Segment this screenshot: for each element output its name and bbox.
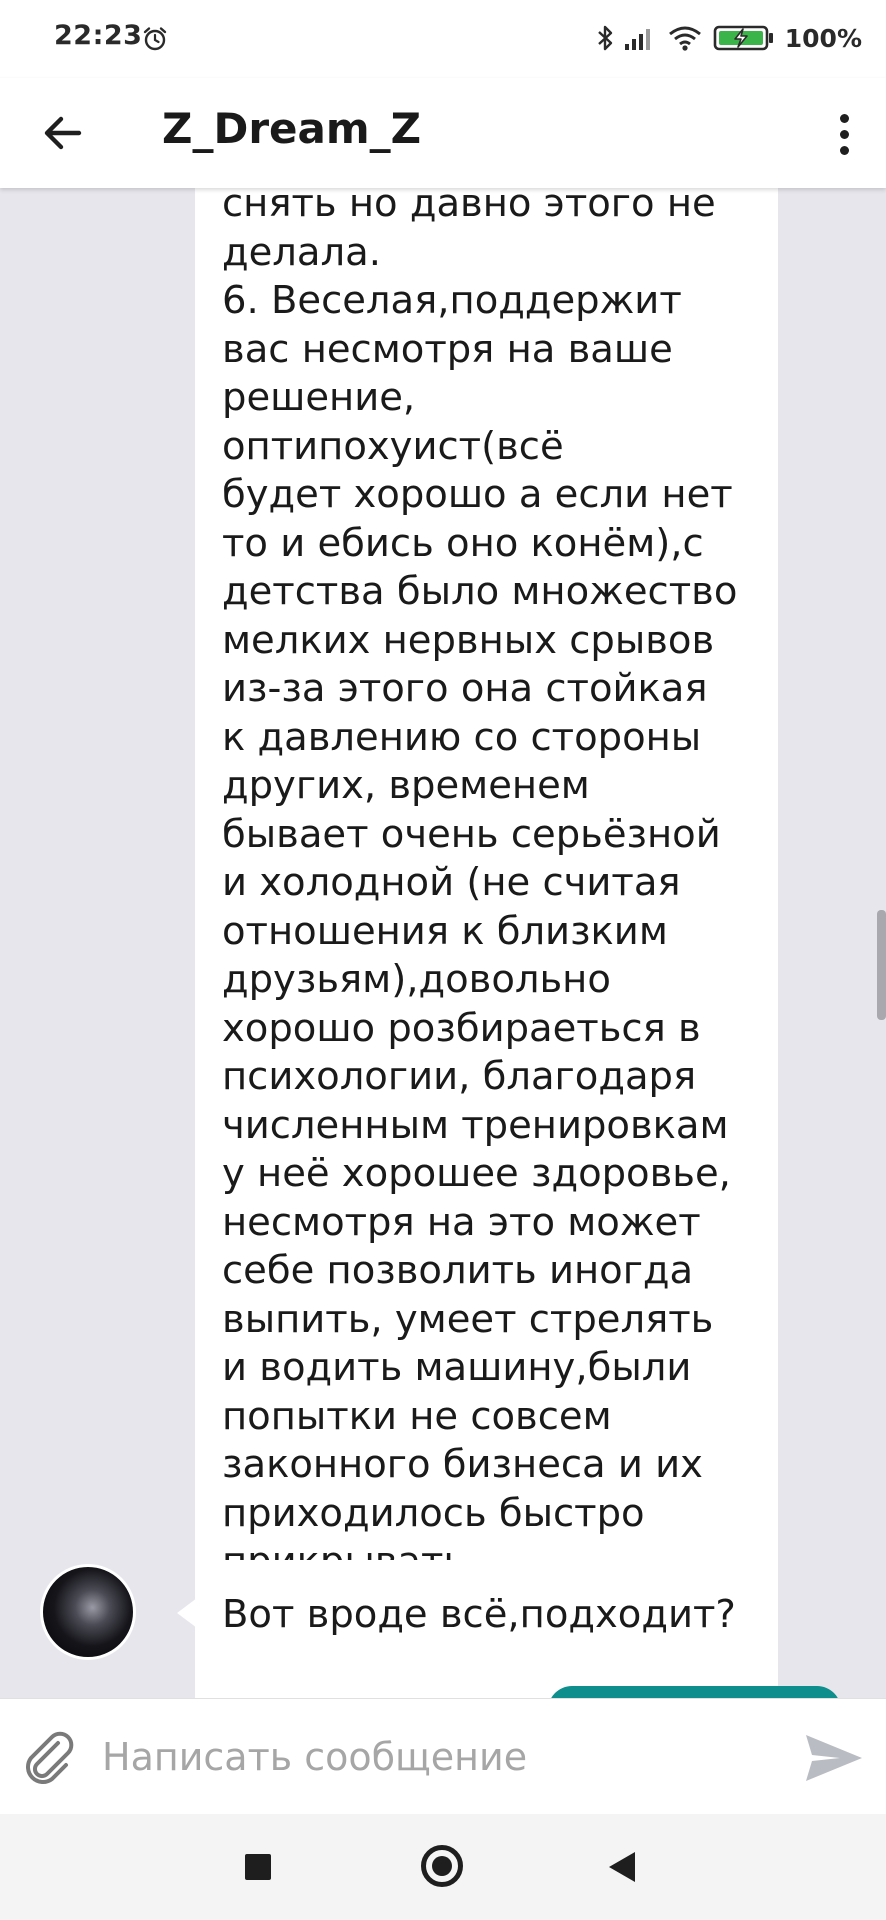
message-text: Вот вроде всё,подходит? — [222, 1591, 736, 1637]
chat-title[interactable]: Z_Dream_Z — [162, 104, 421, 153]
scrollbar-thumb[interactable] — [877, 910, 886, 1020]
signal-icon — [624, 29, 650, 50]
back-button[interactable] — [36, 106, 90, 160]
message-list[interactable]: снять но давно этого не делала. 6. Весел… — [0, 188, 886, 1698]
back-triangle-icon[interactable] — [609, 1852, 635, 1882]
paperclip-icon — [26, 1731, 74, 1784]
more-vertical-icon — [839, 113, 849, 123]
message-bubble-incoming[interactable]: снять но давно этого не делала. 6. Весел… — [195, 188, 778, 1698]
bubble-tail — [177, 1598, 197, 1628]
chat-app-bar: Z_Dream_Z — [0, 78, 886, 188]
sender-avatar[interactable] — [40, 1564, 136, 1660]
status-time: 22:23 — [54, 20, 143, 51]
battery-percent: 100% — [784, 23, 862, 53]
message-input[interactable] — [98, 1721, 766, 1793]
system-nav-bar — [0, 1814, 886, 1920]
bluetooth-icon — [597, 25, 612, 51]
alarm-icon — [143, 27, 167, 51]
message-bubble-outgoing[interactable] — [548, 1686, 841, 1698]
message-composer — [0, 1698, 886, 1815]
home-circle-icon[interactable] — [421, 1845, 463, 1887]
send-button[interactable] — [800, 1725, 866, 1791]
battery-charging-icon — [713, 25, 773, 51]
more-options-button[interactable] — [824, 104, 864, 164]
arrow-left-icon — [44, 116, 82, 150]
attach-button[interactable] — [20, 1729, 80, 1789]
send-icon — [806, 1735, 862, 1781]
recents-square-icon[interactable] — [245, 1854, 271, 1880]
message-bubble-incoming[interactable]: Вот вроде всё,подходит? — [177, 1560, 747, 1668]
more-vertical-icon-dot — [839, 145, 849, 155]
message-text: снять но давно этого не делала. 6. Весел… — [222, 188, 738, 1584]
status-icons: 100% — [597, 22, 862, 54]
status-bar: 22:23 100% — [0, 0, 886, 78]
more-vertical-icon-dot — [839, 129, 849, 139]
wifi-icon — [668, 26, 701, 51]
